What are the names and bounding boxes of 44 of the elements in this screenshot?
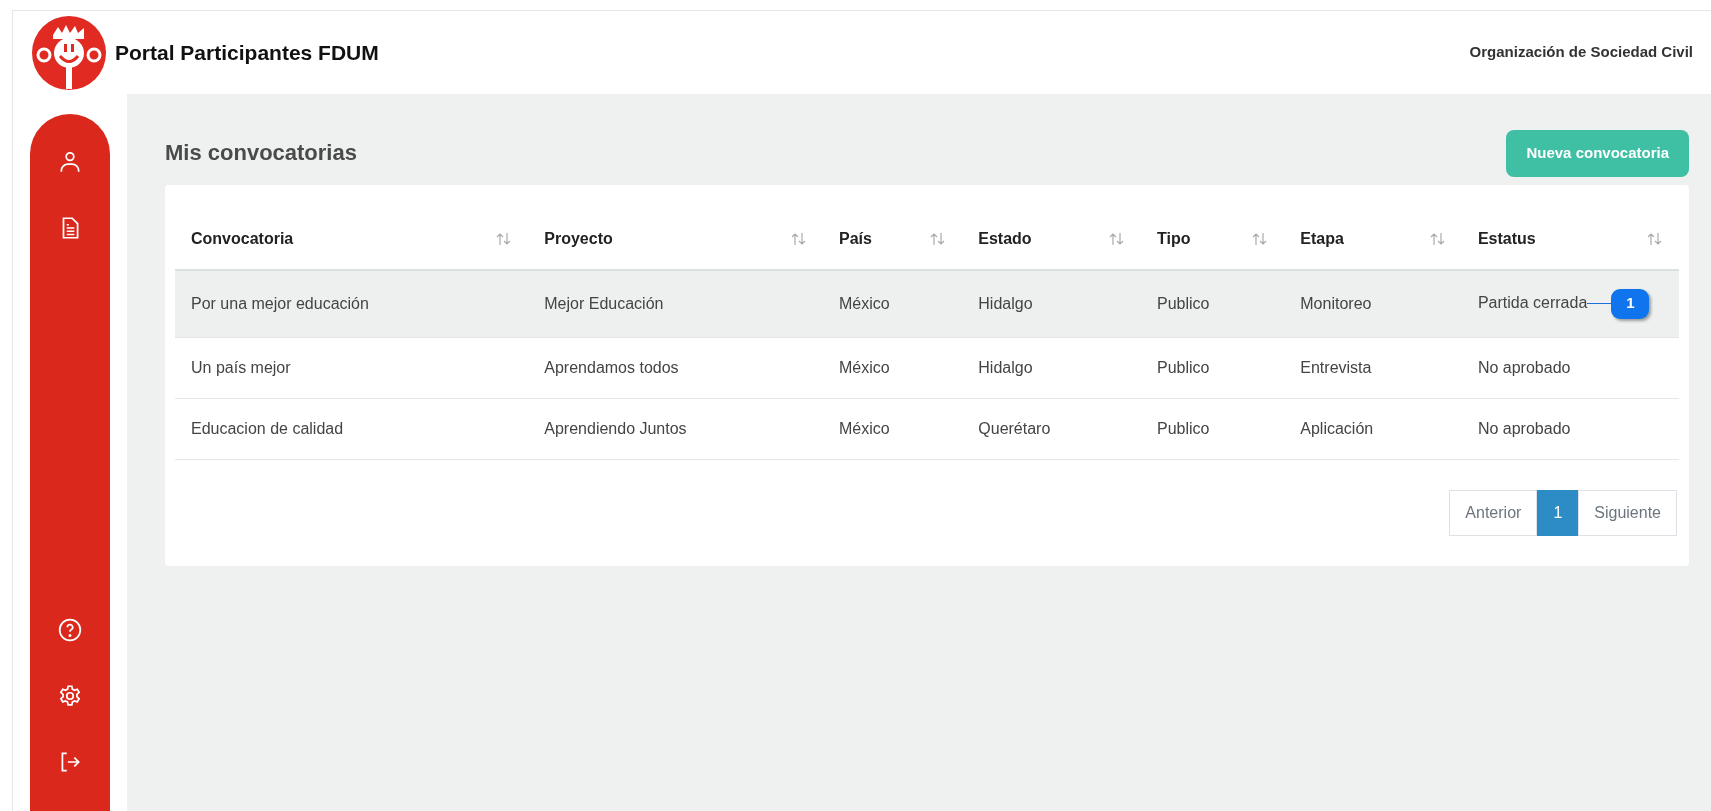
table-cell: Aprendamos todos <box>544 358 679 376</box>
table-cell: Educacion de calidad <box>191 419 344 437</box>
sort-icon[interactable] <box>1252 231 1269 246</box>
sort-icon[interactable] <box>496 231 513 246</box>
table-cell: Mejor Educación <box>544 294 664 312</box>
table-cell: México <box>839 294 890 312</box>
sort-icon[interactable] <box>791 231 807 246</box>
page-button[interactable]: 1 <box>1537 489 1579 536</box>
table-cell: Por una mejor educación <box>191 294 369 312</box>
page-title: Mis convocatorias <box>165 140 357 167</box>
column-header[interactable]: Proyecto <box>544 226 613 251</box>
column-header[interactable]: Tipo <box>1156 226 1191 251</box>
sort-icon[interactable] <box>1108 231 1125 246</box>
column-header[interactable]: País <box>839 226 872 251</box>
app-title: Portal Participantes FDUM <box>115 39 379 66</box>
organization-label: Organización de Sociedad Civil <box>1469 42 1693 63</box>
logo-icon <box>31 14 107 91</box>
leader-line <box>1587 303 1612 304</box>
sort-icon[interactable] <box>1429 231 1446 246</box>
table-cell: Publico <box>1156 294 1210 312</box>
table-cell: México <box>839 419 890 437</box>
table-cell: Publico <box>1156 358 1210 376</box>
table-cell: Monitoreo <box>1300 294 1372 312</box>
table-cell: Un país mejor <box>191 358 291 376</box>
table-cell: Publico <box>1156 419 1210 437</box>
next-page-button[interactable]: Siguiente <box>1578 489 1677 536</box>
column-header[interactable]: Estatus <box>1477 226 1536 251</box>
table-cell: No aprobado <box>1477 419 1571 437</box>
column-header[interactable]: Convocatoria <box>191 226 294 251</box>
column-header[interactable]: Etapa <box>1300 226 1344 251</box>
sort-icon[interactable] <box>1647 231 1663 246</box>
table-cell: Hidalgo <box>978 294 1033 312</box>
table-cell: No aprobado <box>1477 358 1571 376</box>
table-cell: Entrevista <box>1300 358 1372 376</box>
table-cell: Querétaro <box>978 419 1051 437</box>
table-cell: Aprendiendo Juntos <box>544 419 687 437</box>
table-cell: Partida cerrada <box>1477 293 1588 311</box>
previous-page-button[interactable]: Anterior <box>1449 489 1538 536</box>
column-header[interactable]: Estado <box>978 226 1032 251</box>
sort-icon[interactable] <box>930 231 947 246</box>
table-cell: México <box>839 358 890 376</box>
table-cell: Aplicación <box>1300 419 1374 437</box>
callout-badge: 1 <box>1611 288 1650 319</box>
table-cell: Hidalgo <box>978 358 1033 376</box>
